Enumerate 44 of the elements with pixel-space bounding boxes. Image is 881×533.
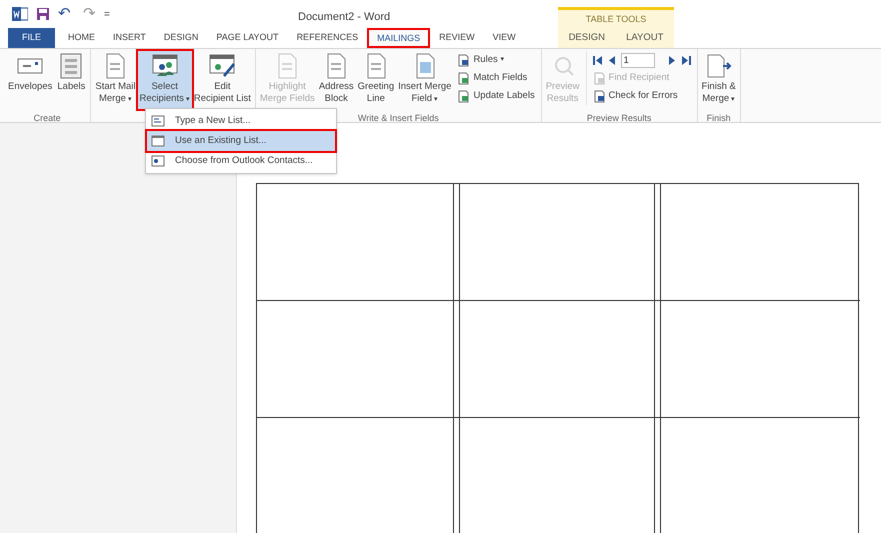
- menu-item[interactable]: Choose from Outlook Contacts...: [147, 151, 335, 171]
- window-icon: [151, 135, 165, 147]
- ribbon-tab[interactable]: VIEW: [484, 28, 525, 48]
- ribbon-tab[interactable]: REFERENCES: [288, 28, 368, 48]
- ribbon-tab[interactable]: MAILINGS: [367, 28, 430, 48]
- next-record-icon[interactable]: [668, 56, 676, 64]
- menu-item[interactable]: Use an Existing List...: [147, 131, 335, 151]
- contact-card-icon: [151, 155, 165, 167]
- document-icon: [592, 90, 606, 102]
- ribbon-button[interactable]: Check for Errors: [592, 87, 691, 105]
- contextual-title: TABLE TOOLS: [586, 13, 646, 26]
- ribbon-tab[interactable]: DESIGN: [154, 28, 208, 48]
- ribbon-button[interactable]: Update Labels: [457, 87, 535, 105]
- window-title: Document2 - Word: [298, 10, 390, 25]
- file-tab[interactable]: FILE: [8, 28, 56, 48]
- record-field[interactable]: 1: [620, 52, 655, 68]
- ribbon-button[interactable]: Greeting Line: [356, 51, 396, 109]
- first-record-icon[interactable]: [592, 56, 602, 64]
- group-label: Finish: [706, 113, 731, 123]
- customize-arrow[interactable]: =: [104, 6, 110, 22]
- document-icon: [592, 72, 606, 84]
- ribbon-tab[interactable]: DESIGN: [568, 30, 605, 45]
- last-record-icon[interactable]: [682, 56, 691, 64]
- document-icon: [457, 54, 470, 66]
- undo-button[interactable]: ↶: [58, 2, 71, 26]
- ribbon-button[interactable]: Envelopes: [6, 51, 54, 109]
- word-logo-icon: [12, 7, 28, 21]
- ribbon-tab[interactable]: INSERT: [104, 28, 155, 48]
- ribbon-button[interactable]: Address Block: [316, 51, 356, 109]
- ribbon-button[interactable]: Match Fields: [457, 69, 535, 87]
- group-label: Create: [34, 113, 61, 123]
- group-label: Preview Results: [586, 113, 652, 123]
- list-icon: [151, 115, 165, 127]
- ribbon-tab[interactable]: REVIEW: [430, 28, 484, 48]
- save-icon[interactable]: [36, 7, 50, 21]
- previous-record-icon[interactable]: [608, 56, 615, 64]
- menu-item[interactable]: Type a New List...: [147, 111, 335, 131]
- ribbon-tab[interactable]: LAYOUT: [626, 30, 664, 45]
- document-icon: [457, 90, 470, 102]
- document-icon: [457, 72, 470, 84]
- group-label: Write & Insert Fields: [358, 113, 439, 123]
- ribbon-tab[interactable]: HOME: [59, 28, 104, 48]
- ribbon-button[interactable]: Labels: [54, 51, 88, 109]
- ribbon-tab[interactable]: PAGE LAYOUT: [207, 28, 288, 48]
